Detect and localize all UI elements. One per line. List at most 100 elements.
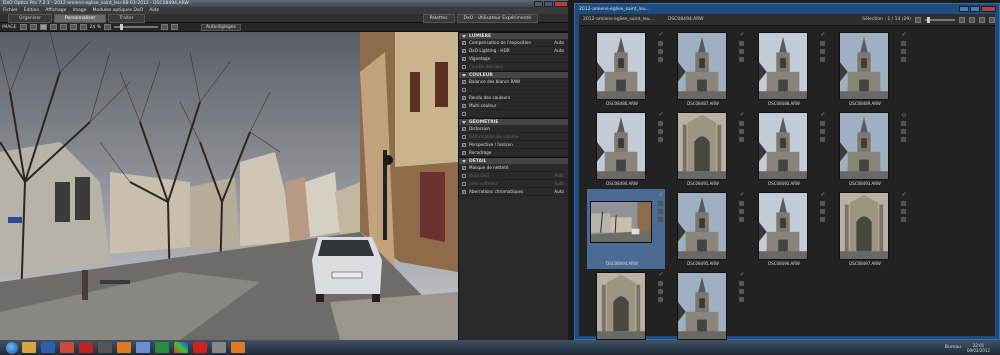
tag-icon[interactable] <box>901 121 906 126</box>
thumbnail-cell[interactable]: ✓ DSC08488.ARW <box>749 29 827 109</box>
tab-organiser[interactable]: Organiser <box>8 13 52 23</box>
thumbnail-image[interactable] <box>596 272 646 340</box>
palette-section-header[interactable]: LUMIÈRE <box>459 32 568 39</box>
tag-icon[interactable] <box>901 129 906 134</box>
palette-row[interactable]: ✓ Multi-couleur <box>459 102 568 110</box>
thumbnail-cell[interactable]: ✓ DSC08491.ARW <box>668 109 746 189</box>
thumb-large-icon[interactable] <box>959 16 965 23</box>
tag-icon[interactable] <box>901 209 906 214</box>
filter-icon[interactable] <box>979 16 985 23</box>
desktop-toolbar-label[interactable]: Bureau <box>945 345 961 350</box>
thumbnail-image[interactable] <box>677 112 727 180</box>
browser-close-button[interactable] <box>981 6 996 12</box>
tag-icon[interactable] <box>820 129 825 134</box>
browser-title-bar[interactable]: 2012-amiens-eglise_saint_leu... <box>575 4 999 14</box>
tag-icon[interactable] <box>658 297 663 302</box>
maximize-button[interactable] <box>544 0 553 7</box>
palette-row[interactable]: ✓ Aberrations chromatiques Auto <box>459 188 568 196</box>
tag-icon[interactable] <box>658 49 663 54</box>
enable-checkbox[interactable] <box>462 111 466 116</box>
pdf-icon[interactable] <box>79 342 93 353</box>
enable-checkbox[interactable]: ✓ <box>462 56 466 61</box>
word-icon[interactable] <box>41 342 55 353</box>
zoom-slider[interactable] <box>113 24 158 30</box>
tag-icon[interactable] <box>739 217 744 222</box>
enable-checkbox[interactable] <box>462 173 466 178</box>
tag-icon[interactable] <box>901 57 906 62</box>
thumbnail-image[interactable] <box>677 192 727 260</box>
tag-icon[interactable] <box>739 137 744 142</box>
tag-icon[interactable] <box>820 217 825 222</box>
tag-icon[interactable] <box>901 49 906 54</box>
tag-icon[interactable] <box>739 201 744 206</box>
thumbnail-image[interactable] <box>596 32 646 100</box>
thumbnail-cell[interactable]: ✓ DSC08497.ARW <box>830 189 908 269</box>
tag-icon[interactable] <box>739 57 744 62</box>
tag-icon[interactable] <box>820 121 825 126</box>
tag-icon[interactable] <box>739 121 744 126</box>
tab-traiter[interactable]: Traiter <box>108 13 145 23</box>
image-viewer[interactable] <box>0 32 458 340</box>
thumbnail-cell[interactable]: ✓ <box>668 269 746 349</box>
tag-icon[interactable] <box>658 217 663 222</box>
tag-icon[interactable] <box>658 289 663 294</box>
thumbnail-cell[interactable]: ✓ DSC08486.ARW <box>587 29 665 109</box>
tag-icon[interactable] <box>739 281 744 286</box>
palette-row[interactable]: ✓ Perspective / horizon <box>459 141 568 149</box>
tag-icon[interactable] <box>820 201 825 206</box>
histogram-icon[interactable] <box>170 24 178 30</box>
autoset-button[interactable]: Autoréglages <box>200 23 241 31</box>
zoom-fit-icon[interactable] <box>79 24 87 30</box>
zoom-in-icon[interactable] <box>160 24 168 30</box>
tag-icon[interactable] <box>820 49 825 54</box>
thumbnail-cell[interactable]: ✓ DSC08490.ARW <box>587 109 665 189</box>
palette-row[interactable]: ✓ Rendu des couleurs <box>459 94 568 102</box>
enable-checkbox[interactable] <box>462 64 466 69</box>
tag-icon[interactable] <box>658 121 663 126</box>
palettes-button[interactable]: Palettes <box>422 13 455 23</box>
menu-aide[interactable]: Aide <box>149 8 159 13</box>
tag-icon[interactable] <box>901 217 906 222</box>
palette-section-header[interactable]: GÉOMÉTRIE <box>459 118 568 125</box>
thumbnail-cell[interactable]: ✓ <box>587 269 665 349</box>
enable-checkbox[interactable]: ✓ <box>462 103 466 108</box>
tag-icon[interactable] <box>739 41 744 46</box>
palette-row[interactable]: ✓ Balance des blancs RAW <box>459 78 568 86</box>
thumbnail-image[interactable] <box>758 32 808 100</box>
firefox-window-icon[interactable] <box>231 342 245 353</box>
opera-icon[interactable] <box>193 342 207 353</box>
enable-checkbox[interactable]: ✓ <box>462 48 466 53</box>
menu-fichier[interactable]: Fichier <box>3 8 18 13</box>
palette-row[interactable]: ✓ Masque de netteté <box>459 164 568 172</box>
tag-icon[interactable] <box>739 49 744 54</box>
view-mode-icon[interactable] <box>989 16 995 23</box>
excel-icon[interactable] <box>155 342 169 353</box>
tag-icon[interactable] <box>820 41 825 46</box>
tag-icon[interactable] <box>658 41 663 46</box>
thumbnail-image[interactable] <box>590 201 652 243</box>
tag-icon[interactable] <box>658 129 663 134</box>
thumbnail-image[interactable] <box>677 272 727 340</box>
thumbnail-image[interactable] <box>839 32 889 100</box>
palette-row[interactable] <box>459 86 568 94</box>
zoom-value[interactable]: 24 % <box>90 25 101 30</box>
zoom-out-icon[interactable] <box>103 24 111 30</box>
tag-icon[interactable] <box>658 281 663 286</box>
enable-checkbox[interactable]: ✓ <box>462 150 466 155</box>
tab-personnaliser[interactable]: Personnaliser <box>54 13 107 23</box>
browser-maximize-button[interactable] <box>970 6 980 12</box>
split-view-icon[interactable] <box>29 24 37 30</box>
enable-checkbox[interactable]: ✓ <box>462 126 466 131</box>
thumb-small-icon[interactable] <box>915 16 921 23</box>
enable-checkbox[interactable]: ✓ <box>462 142 466 147</box>
palette-section-header[interactable]: COULEUR <box>459 71 568 78</box>
tag-icon[interactable] <box>739 209 744 214</box>
crop-icon[interactable] <box>59 24 67 30</box>
enable-checkbox[interactable]: ✓ <box>462 165 466 170</box>
palette-section-header[interactable]: DÉTAIL <box>459 157 568 164</box>
menu-affichage[interactable]: Affichage <box>45 8 66 13</box>
enable-checkbox[interactable] <box>462 181 466 186</box>
menu-image[interactable]: Image <box>72 8 86 13</box>
palette-row[interactable]: Lens softness Auto <box>459 180 568 188</box>
workspace-select[interactable]: DxO - Utilisateur Expérimenté <box>456 13 538 23</box>
